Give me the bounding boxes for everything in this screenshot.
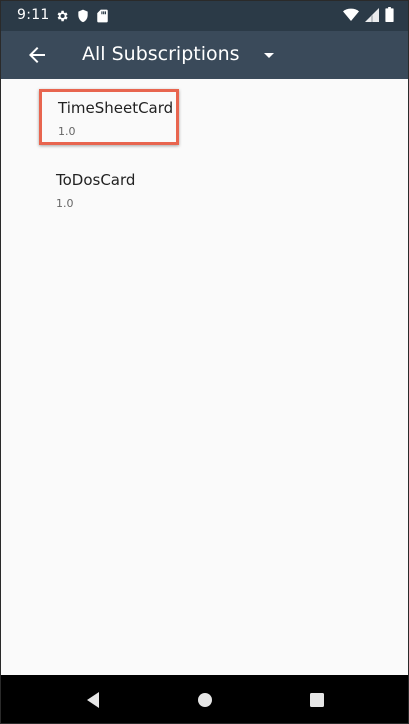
title-dropdown-button[interactable] xyxy=(261,47,277,63)
app-bar: All Subscriptions xyxy=(1,31,408,79)
list-item-version: 1.0 xyxy=(56,197,74,210)
nav-home-button[interactable] xyxy=(194,689,216,711)
shield-icon xyxy=(77,8,89,27)
subscriptions-list: TimeSheetCard 1.0 ToDosCard 1.0 xyxy=(1,79,408,675)
nav-back-button[interactable] xyxy=(83,689,105,711)
nav-recents-icon xyxy=(310,693,324,707)
nav-back-icon xyxy=(87,692,99,708)
list-item-timesheetcard[interactable]: TimeSheetCard 1.0 xyxy=(39,89,179,145)
back-button[interactable] xyxy=(25,43,49,67)
system-nav-bar xyxy=(1,675,408,723)
device-screen: 9:11 All Subscriptions TimeSheetCard 1.0… xyxy=(0,0,409,724)
nav-recents-button[interactable] xyxy=(306,689,328,711)
cell-signal-icon xyxy=(365,7,379,26)
status-time: 9:11 xyxy=(17,7,50,23)
list-item-title: TimeSheetCard xyxy=(58,99,174,117)
sd-card-icon xyxy=(97,8,108,27)
status-left-icons xyxy=(55,8,108,27)
wifi-icon xyxy=(343,7,359,26)
status-bar: 9:11 xyxy=(1,1,408,31)
dropdown-arrow-icon xyxy=(264,53,274,58)
list-item-todoscard[interactable]: ToDosCard 1.0 xyxy=(39,161,179,217)
status-right-icons xyxy=(343,7,394,26)
nav-home-icon xyxy=(198,693,212,707)
settings-icon xyxy=(55,8,69,27)
list-item-version: 1.0 xyxy=(58,125,76,138)
battery-icon xyxy=(385,7,394,26)
list-item-title: ToDosCard xyxy=(56,171,136,189)
page-title: All Subscriptions xyxy=(82,43,240,65)
arrow-back-icon xyxy=(29,47,45,63)
